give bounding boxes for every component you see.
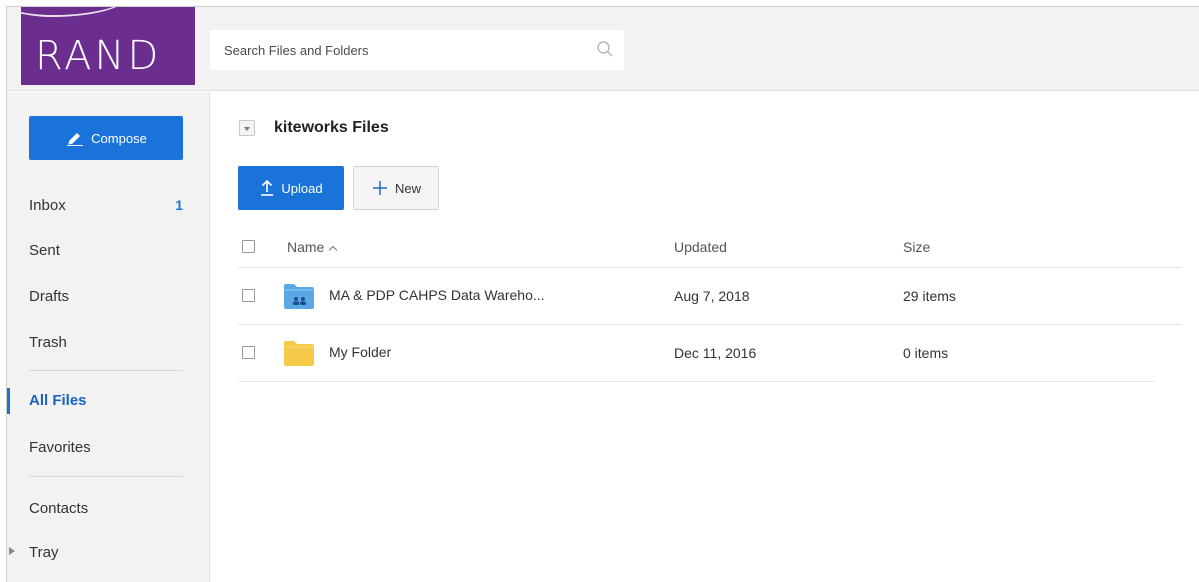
file-name-link[interactable]: My Folder [329,344,391,360]
upload-label: Upload [281,180,323,196]
sidebar-item-all-files[interactable]: All Files [7,382,209,418]
search-input[interactable] [210,30,590,70]
sidebar-item-label: All Files [29,391,87,409]
sidebar-item-label: Tray [29,543,59,561]
row-checkbox[interactable] [242,289,255,302]
updated-date: Aug 7, 2018 [674,288,750,304]
column-header-updated[interactable]: Updated [674,239,727,255]
upload-arrow-icon [261,179,274,196]
files-table: Name Updated Size MA & PDP CAHPS Data Wa… [238,226,1182,382]
sidebar-divider [29,370,183,371]
shared-folder-icon [284,284,314,309]
upload-button[interactable]: Upload [238,166,344,210]
sidebar-item-inbox[interactable]: Inbox 1 [7,187,209,223]
main-content: kiteworks Files Upload New Name Updated … [211,92,1199,582]
search-icon[interactable] [596,40,614,58]
logo-arc [21,7,131,17]
sort-ascending-icon [329,245,338,255]
search-box [210,30,624,70]
table-row[interactable]: My Folder Dec 11, 2016 0 items [238,325,1155,382]
logo-text: RAND [35,33,162,79]
rand-logo[interactable]: RAND [21,7,195,85]
sidebar-item-label: Inbox [29,196,66,214]
sidebar-item-sent[interactable]: Sent [7,232,209,268]
unread-count-badge: 1 [175,197,183,213]
updated-date: Dec 11, 2016 [674,345,757,361]
row-checkbox[interactable] [242,346,255,359]
collapse-toggle-icon[interactable] [239,120,255,136]
plus-icon [372,181,387,195]
pencil-icon [67,133,84,146]
column-header-name[interactable]: Name [287,239,338,255]
sidebar-item-label: Trash [29,333,67,351]
item-count: 29 items [903,288,956,304]
new-label: New [394,180,421,196]
sidebar-item-label: Drafts [29,287,70,305]
sidebar-item-tray[interactable]: Tray [7,534,209,570]
select-all-checkbox[interactable] [242,240,255,253]
sidebar-item-label: Favorites [29,438,91,456]
table-header: Name Updated Size [238,226,1182,268]
compose-button[interactable]: Compose [29,116,183,160]
sidebar-item-label: Sent [29,241,60,259]
sidebar: Compose Inbox 1 Sent Drafts Trash All Fi… [7,92,210,582]
file-name-link[interactable]: MA & PDP CAHPS Data Wareho... [329,287,545,303]
sidebar-divider [29,476,183,477]
sidebar-item-trash[interactable]: Trash [7,324,209,360]
compose-label: Compose [91,130,147,146]
sidebar-item-favorites[interactable]: Favorites [7,429,209,465]
top-bar: RAND [7,7,1199,91]
expand-arrow-icon[interactable] [9,547,15,555]
sidebar-item-drafts[interactable]: Drafts [7,278,209,314]
folder-icon [284,341,314,366]
sidebar-item-contacts[interactable]: Contacts [7,490,209,526]
page-title: kiteworks Files [274,119,389,136]
new-button[interactable]: New [353,166,439,210]
item-count: 0 items [903,345,949,361]
table-row[interactable]: MA & PDP CAHPS Data Wareho... Aug 7, 201… [238,268,1182,325]
column-header-label: Name [287,239,325,255]
column-header-size[interactable]: Size [903,239,930,255]
app-window: RAND Compose Inbox 1 Sent Drafts [6,6,1199,582]
sidebar-item-label: Contacts [29,499,89,517]
